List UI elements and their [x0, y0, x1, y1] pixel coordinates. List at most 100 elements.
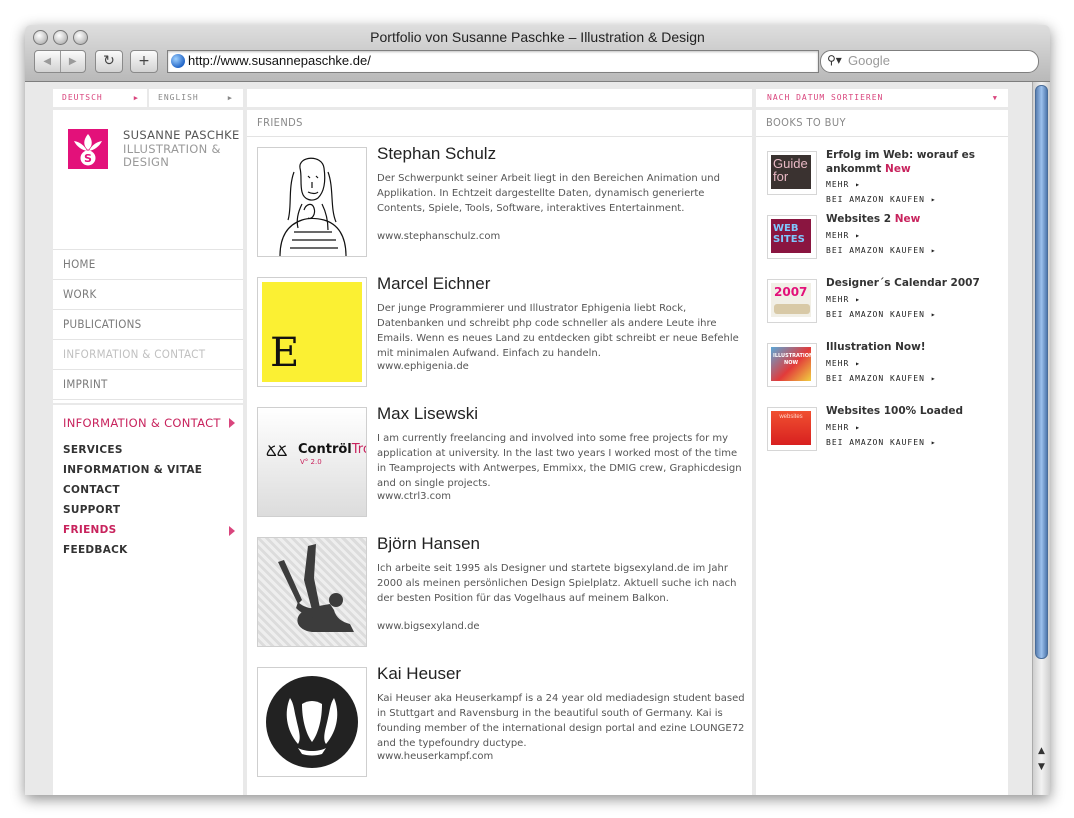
friends-content: FRIENDS Stephan Schulz Der Schwerpunkt s…: [247, 110, 752, 795]
nav-imprint[interactable]: IMPRINT: [53, 369, 243, 400]
more-link[interactable]: MEHR ▸: [826, 180, 861, 189]
amazon-buy-link[interactable]: BEI AMAZON KAUFEN ▸: [826, 310, 937, 319]
friend-description: Ich arbeite seit 1995 als Designer und s…: [377, 563, 737, 604]
friend-thumbnail[interactable]: [257, 537, 367, 647]
web-page: DEUTSCH ▶ ENGLISH ▶ S SUSANNE PASCHKE IL…: [25, 82, 1033, 795]
url-text[interactable]: http://www.susannepaschke.de/: [188, 53, 371, 68]
friend-thumbnail[interactable]: ՃՃ ContrölTroi V° 2.0: [257, 407, 367, 517]
book-cover[interactable]: websites: [767, 407, 817, 451]
amazon-buy-link[interactable]: BEI AMAZON KAUFEN ▸: [826, 246, 937, 255]
triangle-right-icon: [229, 418, 235, 428]
more-link[interactable]: MEHR ▸: [826, 359, 861, 368]
subnav-information-vitae[interactable]: INFORMATION & VITAE: [63, 464, 235, 484]
book-cover-text: websites: [771, 411, 811, 445]
book-title-text: Websites 2: [826, 213, 892, 225]
section-heading[interactable]: INFORMATION & CONTACT: [63, 416, 235, 430]
thumb-logo-main: Contröl: [298, 442, 352, 457]
sub-nav: SERVICES INFORMATION & VITAE CONTACT SUP…: [63, 444, 235, 564]
scroll-up-arrow[interactable]: ▲: [1033, 744, 1050, 758]
more-link[interactable]: MEHR ▸: [826, 295, 861, 304]
search-placeholder: Google: [848, 53, 890, 68]
book-cover[interactable]: Guide for: [767, 151, 817, 195]
friend-thumbnail[interactable]: E: [257, 277, 367, 387]
content-top-strip: [247, 89, 752, 107]
back-button[interactable]: ◀: [35, 51, 61, 72]
book-cover-decoration: [774, 304, 810, 314]
new-badge: New: [894, 213, 921, 225]
friend-url-link[interactable]: www.stephanschulz.com: [377, 231, 500, 242]
book-item: WEB SITES Websites 2 New MEHR ▸ BEI AMAZ…: [767, 213, 1003, 275]
friend-url-link[interactable]: www.heuserkampf.com: [377, 751, 493, 762]
thumb-version: V° 2.0: [300, 458, 322, 466]
nav-publications[interactable]: PUBLICATIONS: [53, 309, 243, 339]
chevron-down-icon: ▼: [992, 94, 998, 102]
amazon-buy-link[interactable]: BEI AMAZON KAUFEN ▸: [826, 374, 937, 383]
book-title[interactable]: Illustration Now!: [826, 341, 1001, 355]
friend-name: Kai Heuser: [377, 664, 462, 683]
subnav-services[interactable]: SERVICES: [63, 444, 235, 464]
brand-logo[interactable]: S: [68, 129, 108, 169]
subnav-feedback[interactable]: FEEDBACK: [63, 544, 235, 564]
subnav-friends-label: FRIENDS: [63, 524, 117, 536]
search-icon[interactable]: ⚲▾: [827, 53, 842, 67]
scroll-down-arrow[interactable]: ▼: [1033, 760, 1050, 774]
book-title[interactable]: Erfolg im Web: worauf es ankommt New: [826, 149, 1001, 176]
nav-work[interactable]: WORK: [53, 279, 243, 309]
nav-home[interactable]: HOME: [53, 249, 243, 279]
scrollbar-thumb[interactable]: [1035, 85, 1048, 659]
left-sidebar: S SUSANNE PASCHKE ILLUSTRATION & DESIGN …: [53, 110, 243, 795]
lang-english[interactable]: ENGLISH ▶: [147, 89, 241, 107]
book-cover[interactable]: 2007: [767, 279, 817, 323]
friend-card: Kai Heuser Kai Heuser aka Heuserkampf is…: [257, 664, 745, 779]
book-cover-text: 2007: [774, 285, 808, 299]
new-badge: New: [885, 162, 911, 175]
brand-name: SUSANNE PASCHKE ILLUSTRATION & DESIGN: [123, 128, 240, 170]
books-sidebar: BOOKS TO BUY Guide for Erfolg im Web: wo…: [756, 110, 1008, 795]
book-title[interactable]: Designer´s Calendar 2007: [826, 277, 1001, 291]
friend-name: Max Lisewski: [377, 404, 479, 423]
book-item: ILLUSTRATION NOW Illustration Now! MEHR …: [767, 341, 1003, 403]
sort-by-date-button[interactable]: NACH DATUM SORTIEREN ▼: [756, 89, 1008, 107]
more-link[interactable]: MEHR ▸: [826, 231, 861, 240]
friend-name: Marcel Eichner: [377, 274, 491, 293]
book-cover-text: WEB SITES: [771, 219, 811, 253]
vertical-scrollbar[interactable]: ▲ ▼: [1032, 82, 1050, 795]
book-cover[interactable]: ILLUSTRATION NOW: [767, 343, 817, 387]
subnav-friends[interactable]: FRIENDS: [63, 524, 235, 544]
friend-name: Stephan Schulz: [377, 144, 497, 163]
forward-button[interactable]: ▶: [61, 51, 86, 72]
nav-information-contact[interactable]: INFORMATION & CONTACT: [53, 339, 243, 369]
lotus-logo-icon: S: [74, 134, 102, 166]
book-item: websites Websites 100% Loaded MEHR ▸ BEI…: [767, 405, 1003, 467]
subnav-contact[interactable]: CONTACT: [63, 484, 235, 504]
browser-chrome: Portfolio von Susanne Paschke – Illustra…: [25, 25, 1050, 82]
amazon-buy-link[interactable]: BEI AMAZON KAUFEN ▸: [826, 438, 937, 447]
friend-thumbnail[interactable]: [257, 147, 367, 257]
friend-thumbnail[interactable]: [257, 667, 367, 777]
triangle-right-icon: [229, 526, 235, 536]
brand-line-3: DESIGN: [123, 155, 170, 169]
arrow-right-icon: ▶: [227, 94, 233, 102]
svg-text:S: S: [84, 152, 92, 165]
address-bar[interactable]: http://www.susannepaschke.de/ ▴: [167, 50, 830, 73]
book-title[interactable]: Websites 2 New: [826, 213, 1001, 227]
amazon-buy-link[interactable]: BEI AMAZON KAUFEN ▸: [826, 195, 937, 204]
lang-deutsch[interactable]: DEUTSCH ▶: [53, 89, 147, 107]
friend-url-link[interactable]: www.bigsexyland.de: [377, 621, 480, 632]
friend-url-link[interactable]: www.ctrl3.com: [377, 491, 451, 502]
book-cover[interactable]: WEB SITES: [767, 215, 817, 259]
reload-button[interactable]: ↻: [95, 50, 123, 73]
friend-url-link[interactable]: www.ephigenia.de: [377, 361, 469, 372]
brand-line-1: SUSANNE PASCHKE: [123, 128, 240, 142]
subnav-support[interactable]: SUPPORT: [63, 504, 235, 524]
arrow-right-icon: ▶: [133, 94, 139, 102]
book-cover-text: Guide for: [771, 155, 811, 189]
book-title[interactable]: Websites 100% Loaded: [826, 405, 1001, 419]
language-switcher: DEUTSCH ▶ ENGLISH ▶: [53, 89, 243, 107]
book-item: 2007 Designer´s Calendar 2007 MEHR ▸ BEI…: [767, 277, 1003, 339]
add-bookmark-button[interactable]: +: [130, 50, 158, 73]
lang-deutsch-label: DEUTSCH: [62, 93, 103, 102]
back-forward-buttons: ◀ ▶: [34, 50, 86, 73]
more-link[interactable]: MEHR ▸: [826, 423, 861, 432]
search-field[interactable]: ⚲▾ Google: [820, 50, 1039, 73]
